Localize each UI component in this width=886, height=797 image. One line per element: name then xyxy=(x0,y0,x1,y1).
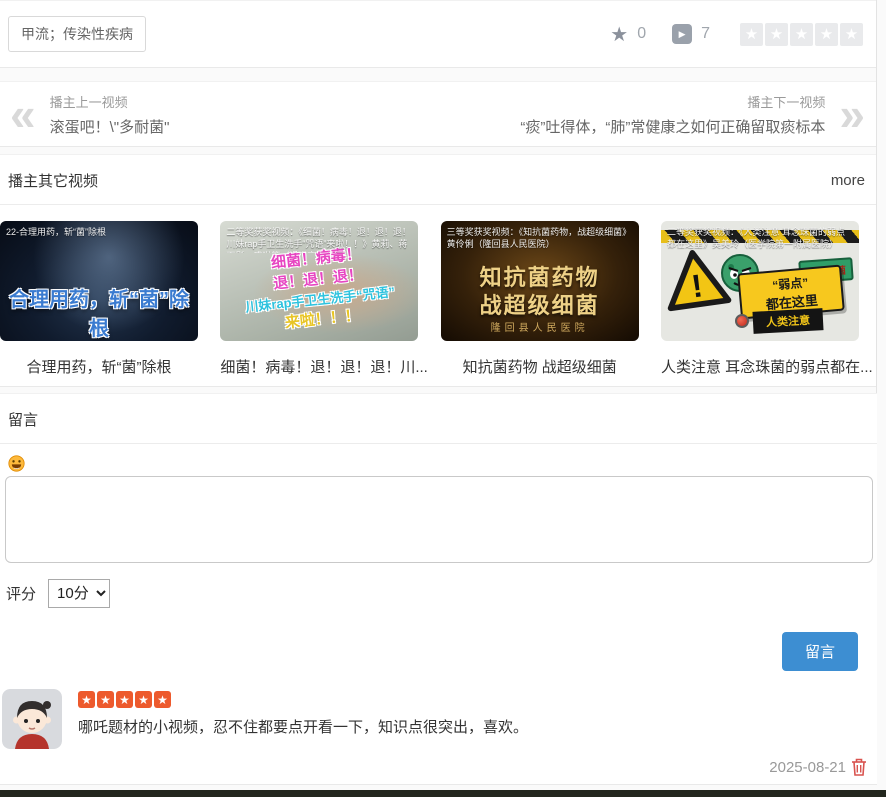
thumb2-overlay-top: 二等奖获奖视频：《细菌！病毒！退！退！退！川妹rap手卫生洗手“咒语”来啦！！》… xyxy=(220,221,418,253)
video-thumbnail-row: 22-合理用药，斩“菌”除根 合理用药，斩“菌”除根 合理用药，斩“菌”除根 二… xyxy=(0,205,877,377)
play-count: 7 xyxy=(701,25,710,43)
video-item[interactable]: 二等奖获奖视频：《细菌！病毒！退！退！退！川妹rap手卫生洗手“咒语”来啦！！》… xyxy=(220,221,418,377)
thumb3-overlay-top: 三等奖获奖视频：《知抗菌药物，战超级细菌》黄伶俐（隆回县人民医院） xyxy=(441,221,639,253)
thumb3-line1: 知抗菌药物 xyxy=(441,264,639,292)
thumb3-overlay-main: 知抗菌药物 战超级细菌 xyxy=(441,264,639,319)
next-video-label: 播主下一视频 xyxy=(520,92,825,111)
filled-star-icon: ★ xyxy=(78,691,95,708)
delete-trash-icon[interactable] xyxy=(851,758,867,776)
filled-star-icon: ★ xyxy=(116,691,133,708)
page-footer-bar xyxy=(0,790,886,797)
favorite-count: 0 xyxy=(637,25,646,43)
rating-star-empty[interactable]: ★ xyxy=(815,23,838,46)
topic-tag[interactable]: 甲流；传染性疾病 xyxy=(8,16,146,52)
emoji-picker-row xyxy=(8,455,877,473)
other-videos-section: 播主其它视频 more 22-合理用药，斩“菌”除根 合理用药，斩“菌”除根 合… xyxy=(0,154,877,387)
comment-textarea[interactable] xyxy=(5,476,873,563)
video-thumbnail-3[interactable]: 三等奖获奖视频：《知抗菌药物，战超级细菌》黄伶俐（隆回县人民医院） 知抗菌药物 … xyxy=(441,221,639,341)
prev-video-link[interactable]: « 播主上一视频 滚蛋吧！\"多耐菌" xyxy=(10,92,169,137)
emoji-smiley-icon[interactable] xyxy=(8,455,25,472)
filled-star-icon: ★ xyxy=(135,691,152,708)
thumb4-bottom-banner: 人类注意 xyxy=(752,308,823,334)
rating-star-empty[interactable]: ★ xyxy=(840,23,863,46)
thumb1-overlay-top: 22-合理用药，斩“菌”除根 xyxy=(0,221,198,243)
next-video-title[interactable]: “痰”吐得体，“肺”常健康之如何正确留取痰标本 xyxy=(520,116,825,137)
video-item[interactable]: 22-合理用药，斩“菌”除根 合理用药，斩“菌”除根 合理用药，斩“菌”除根 xyxy=(0,221,198,377)
thumb3-line2: 战超级细菌 xyxy=(441,292,639,320)
rating-select[interactable]: 10分 xyxy=(48,579,110,608)
video-meta-bar: 甲流；传染性疾病 ★ 0 ▶ 7 ★ ★ ★ ★ ★ xyxy=(0,0,877,68)
commenter-avatar xyxy=(2,689,62,749)
video-thumbnail-4[interactable]: 二等奖获奖视频：《人类注意 耳念珠菌的弱点都在这里》吴美玲（医学院第一附属医院）… xyxy=(661,221,859,341)
prev-chevron-icon: « xyxy=(10,94,36,134)
red-button-icon xyxy=(735,314,749,328)
video-item[interactable]: 三等奖获奖视频：《知抗菌药物，战超级细菌》黄伶俐（隆回县人民医院） 知抗菌药物 … xyxy=(441,221,639,377)
comments-title: 留言 xyxy=(0,394,877,444)
rating-star-empty[interactable]: ★ xyxy=(740,23,763,46)
rating-star-empty[interactable]: ★ xyxy=(765,23,788,46)
video-prev-next-nav: « 播主上一视频 滚蛋吧！\"多耐菌" 播主下一视频 “痰”吐得体，“肺”常健康… xyxy=(0,81,877,147)
comment-star-rating: ★ ★ ★ ★ ★ xyxy=(78,691,528,708)
thumb1-overlay-main: 合理用药，斩“菌”除根 xyxy=(0,283,198,341)
star-rating-widget[interactable]: ★ ★ ★ ★ ★ xyxy=(740,23,863,46)
other-videos-title: 播主其它视频 xyxy=(8,170,98,191)
filled-star-icon: ★ xyxy=(154,691,171,708)
other-videos-header: 播主其它视频 more xyxy=(0,155,877,205)
video-thumbnail-2[interactable]: 二等奖获奖视频：《细菌！病毒！退！退！退！川妹rap手卫生洗手“咒语”来啦！！》… xyxy=(220,221,418,341)
next-video-link[interactable]: 播主下一视频 “痰”吐得体，“肺”常健康之如何正确留取痰标本 » xyxy=(520,92,865,137)
video-caption-1[interactable]: 合理用药，斩“菌”除根 xyxy=(0,356,198,377)
comments-section: 留言 评分 10分 留言 xyxy=(0,393,877,785)
comment-date: 2025-08-21 xyxy=(769,759,846,776)
play-count-icon: ▶ xyxy=(672,24,692,44)
favorite-star-icon: ★ xyxy=(610,22,628,47)
prev-video-label: 播主上一视频 xyxy=(50,92,170,111)
rating-star-empty[interactable]: ★ xyxy=(790,23,813,46)
video-caption-3[interactable]: 知抗菌药物 战超级细菌 xyxy=(441,356,639,377)
rating-label: 评分 xyxy=(6,583,36,604)
submit-comment-button[interactable]: 留言 xyxy=(782,632,858,671)
comment-item: ★ ★ ★ ★ ★ 哪吒题材的小视频，忍不住都要点开看一下，知识点很突出，喜欢。 xyxy=(2,689,877,749)
video-item[interactable]: 二等奖获奖视频：《人类注意 耳念珠菌的弱点都在这里》吴美玲（医学院第一附属医院）… xyxy=(661,221,859,377)
comment-text: 哪吒题材的小视频，忍不住都要点开看一下，知识点很突出，喜欢。 xyxy=(78,716,528,737)
filled-star-icon: ★ xyxy=(97,691,114,708)
video-caption-4[interactable]: 人类注意 耳念珠菌的弱点都在... xyxy=(661,356,859,377)
thumb4-overlay-top: 二等奖获奖视频：《人类注意 耳念珠菌的弱点都在这里》吴美玲（医学院第一附属医院） xyxy=(661,221,859,253)
more-link[interactable]: more xyxy=(831,172,865,189)
next-chevron-icon: » xyxy=(839,94,865,134)
video-caption-2[interactable]: 细菌！病毒！退！退！退！川... xyxy=(220,356,418,377)
prev-video-title[interactable]: 滚蛋吧！\"多耐菌" xyxy=(50,116,170,137)
video-thumbnail-1[interactable]: 22-合理用药，斩“菌”除根 合理用药，斩“菌”除根 xyxy=(0,221,198,341)
thumb3-overlay-bottom: 隆回县人民医院 xyxy=(441,319,639,334)
rating-row: 评分 10分 xyxy=(6,579,877,608)
video-stats: ★ 0 ▶ 7 ★ ★ ★ ★ ★ xyxy=(610,22,863,47)
